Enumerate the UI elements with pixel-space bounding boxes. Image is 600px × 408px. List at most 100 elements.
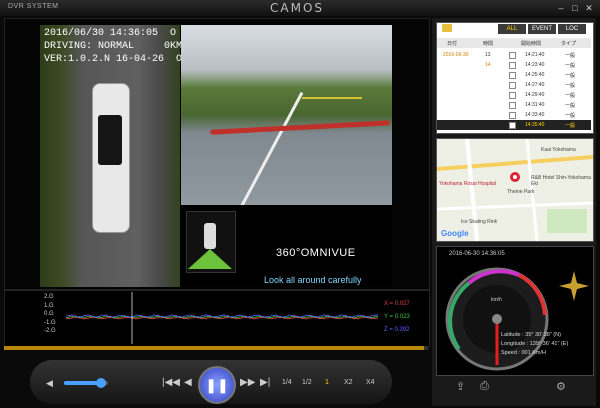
list-item[interactable]: 14:29:40 一般 <box>437 90 591 100</box>
row-checkbox[interactable] <box>509 102 516 109</box>
google-logo: Google <box>441 229 469 238</box>
brand-title: CAMOS <box>270 1 325 15</box>
hour-cell: 13 <box>485 52 491 58</box>
speed-x4-button[interactable]: X4 <box>366 379 375 386</box>
hour-cell: 14 <box>485 62 491 68</box>
speed-unit: km/h <box>491 297 502 303</box>
list-item[interactable]: 14:27:40 一般 <box>437 80 591 90</box>
start-time-cell: 14:35:40 <box>525 122 545 128</box>
maximize-button[interactable]: □ <box>570 3 580 13</box>
header-hour: 時間 <box>483 41 494 47</box>
skip-start-icon[interactable]: |◀◀ <box>162 377 180 388</box>
row-checkbox[interactable] <box>509 82 516 89</box>
g-sensor-values: X = 0.027 Y = 0.023 Z = 0.392 <box>384 298 410 337</box>
y-value: Y = 0.023 <box>384 314 410 320</box>
gps-info: Latitude : 35° 30' 38" (N) Longitude : 1… <box>501 331 568 358</box>
view-direction-icon <box>188 249 232 269</box>
tab-all[interactable]: ALL <box>498 24 526 34</box>
row-checkbox[interactable] <box>509 62 516 69</box>
z-value: Z = 0.392 <box>384 327 410 333</box>
list-header: 日付 時間 開始時間 タイプ <box>437 38 591 48</box>
type-cell: 一般 <box>565 53 576 59</box>
omnivue-logo: 360°OMNIVUE <box>276 247 356 259</box>
rewind-icon[interactable]: ◀ <box>184 377 192 388</box>
start-time-cell: 14:27:40 <box>525 82 545 88</box>
osd-line-3: VER:1.0.2.N 16-04-26 O <box>44 54 183 65</box>
yellow-guide-line <box>302 97 362 99</box>
speed-normal-button[interactable]: 1 <box>325 379 329 386</box>
g-label: 0.G <box>44 311 54 318</box>
osd-line-2: DRIVING: NORMAL 0KM/H <box>44 41 195 52</box>
row-checkbox[interactable] <box>509 122 516 129</box>
skip-end-icon[interactable]: ▶| <box>260 377 270 388</box>
print-icon[interactable]: ⎙ <box>480 380 489 393</box>
g-sensor-scale: 2.G 1.G 0.G -1.G -2.G <box>44 293 56 336</box>
map-label: Kaai Yokohama <box>541 147 576 153</box>
osd-overlay: 2016/06/30 14:36:05 O DRIVING: NORMAL 0K… <box>44 27 194 66</box>
row-checkbox[interactable] <box>509 112 516 119</box>
date-cell: 2016-06-30 <box>443 52 469 58</box>
longitude: Longitude : 139° 36' 41" (E) <box>501 341 569 347</box>
car-roof <box>98 115 122 165</box>
fast-forward-icon[interactable]: ▶▶ <box>240 377 255 388</box>
start-time-cell: 14:29:40 <box>525 92 545 98</box>
g-label: -2.G <box>44 328 56 335</box>
speedometer-panel: 2016-06-30 14:36:05 km/h Latitude : 35° … <box>436 246 594 376</box>
timeline-progress <box>4 346 424 350</box>
volume-level <box>64 381 100 385</box>
list-item[interactable]: 2016-06-30 13 14:21:40 一般 <box>437 50 591 60</box>
type-cell: 一般 <box>565 113 576 119</box>
type-cell: 一般 <box>565 83 576 89</box>
type-cell: 一般 <box>565 123 576 129</box>
row-checkbox[interactable] <box>509 52 516 59</box>
speed-x2-button[interactable]: X2 <box>344 379 353 386</box>
g-sensor-graph <box>66 292 378 344</box>
list-item[interactable]: 14:25:40 一般 <box>437 70 591 80</box>
export-icon[interactable]: ⇪ <box>456 380 465 393</box>
volume-knob[interactable] <box>96 378 106 388</box>
type-cell: 一般 <box>565 93 576 99</box>
omnivue-tagline: Look all around carefully <box>264 275 362 285</box>
row-checkbox[interactable] <box>509 72 516 79</box>
list-item[interactable]: 14:31:40 一般 <box>437 100 591 110</box>
osd-line-1: 2016/06/30 14:36:05 O <box>44 28 177 39</box>
start-time-cell: 14:33:40 <box>525 112 545 118</box>
map-label: Theme Park <box>507 189 535 195</box>
header-type: タイプ <box>561 41 577 47</box>
gear-icon[interactable]: ⚙ <box>556 380 566 393</box>
map-label: Ice Skating Rink <box>461 219 498 225</box>
type-cell: 一般 <box>565 73 576 79</box>
map-label: R&B Hotel Shin-Yokohama Eki <box>531 175 591 187</box>
start-time-cell: 14:25:40 <box>525 72 545 78</box>
header-start-time: 開始時間 <box>521 41 542 47</box>
speed-half-button[interactable]: 1/2 <box>302 379 312 386</box>
g-label: 2.G <box>44 294 54 300</box>
start-time-cell: 14:23:40 <box>525 62 545 68</box>
tab-loc[interactable]: LOC <box>558 24 586 34</box>
header-date: 日付 <box>447 41 458 47</box>
latitude: Latitude : 35° 30' 38" (N) <box>501 332 561 338</box>
g-label: -1.G <box>44 319 56 326</box>
close-button[interactable]: ✕ <box>584 3 594 13</box>
video-panel: 2016/06/30 14:36:05 O DRIVING: NORMAL 0K… <box>40 25 392 287</box>
list-item[interactable]: 14:35:40 一般 <box>437 120 591 130</box>
front-camera-view <box>181 25 392 205</box>
type-cell: 一般 <box>565 103 576 109</box>
type-cell: 一般 <box>565 63 576 69</box>
map-panel[interactable]: Kaai Yokohama Yokohama Rosai Hospital R&… <box>436 138 594 242</box>
speed-readout: Speed : 001 Km/H <box>501 350 546 356</box>
list-item[interactable]: 14:33:40 一般 <box>437 110 591 120</box>
app-name: DVR SYSTEM <box>8 3 59 10</box>
volume-icon[interactable]: ◀ <box>46 378 53 389</box>
list-item[interactable]: 14 14:23:40 一般 <box>437 60 591 70</box>
car-icon <box>204 223 216 249</box>
speed-quarter-button[interactable]: 1/4 <box>282 379 292 386</box>
row-checkbox[interactable] <box>509 92 516 99</box>
map-label: Yokohama Rosai Hospital <box>439 181 497 187</box>
start-time-cell: 14:21:40 <box>525 52 545 58</box>
tab-event[interactable]: EVENT <box>528 24 556 34</box>
play-pause-button[interactable]: ❚❚ <box>198 366 236 404</box>
x-value: X = 0.027 <box>384 301 410 307</box>
folder-icon[interactable] <box>442 24 452 32</box>
minimize-button[interactable]: – <box>556 3 566 13</box>
